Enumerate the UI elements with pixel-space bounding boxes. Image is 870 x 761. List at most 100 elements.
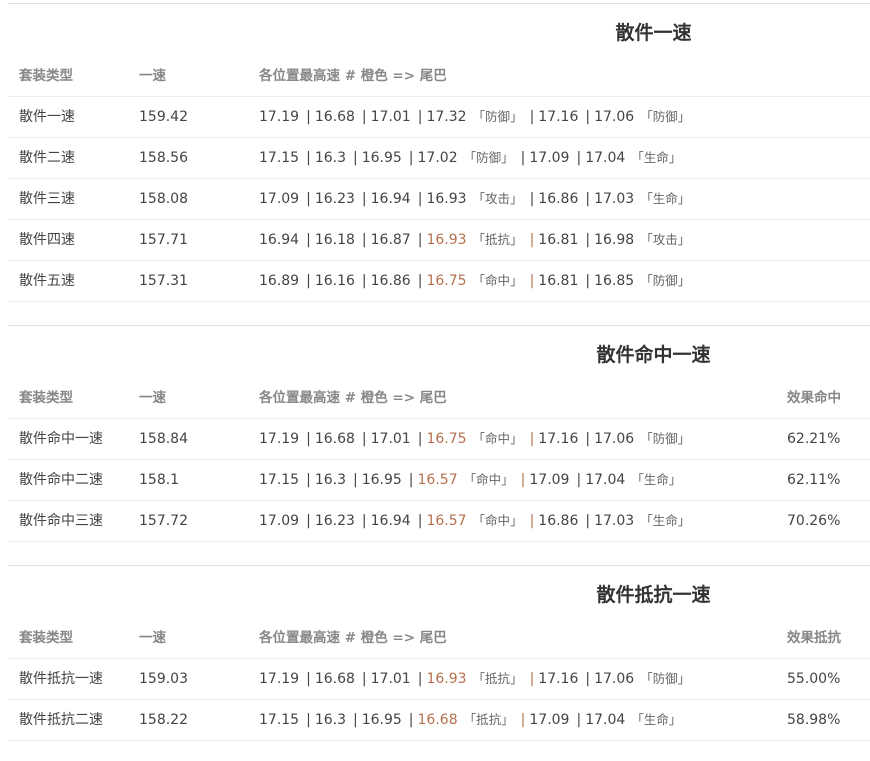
separator: | — [520, 472, 526, 488]
separator: | — [529, 109, 535, 125]
speed-cell: 158.08 — [139, 191, 188, 207]
position-speed-value: 16.16 — [314, 273, 355, 289]
position-speed-value: 16.68 — [417, 712, 458, 728]
position-speed-value: 16.75 — [426, 273, 467, 289]
stat-tag: 命中 — [467, 273, 523, 288]
speed-cell: 158.84 — [139, 431, 188, 447]
stat-tag: 防御 — [634, 273, 690, 288]
position-speed-value: 17.09 — [259, 513, 300, 529]
position-speed-value: 17.09 — [529, 712, 570, 728]
position-speed-value: 17.15 — [259, 150, 300, 166]
separator: | — [585, 109, 591, 125]
separator: | — [520, 150, 526, 166]
speed-cell: 157.31 — [139, 273, 188, 289]
position-speed-value: 17.16 — [538, 109, 579, 125]
stat-tag: 抵抗 — [467, 671, 523, 686]
set-type-cell: 散件三速 — [19, 191, 75, 207]
header-positions: 各位置最高速 # 橙色 => 尾巴 — [259, 390, 447, 406]
separator: | — [585, 513, 591, 529]
set-type-cell: 散件一速 — [19, 109, 75, 125]
stat-tag: 命中 — [458, 472, 514, 487]
position-speed-value: 17.03 — [594, 513, 635, 529]
position-speed-value: 17.16 — [538, 671, 579, 687]
table-row: 散件抵抗一速159.0317.19|16.68|17.01|16.93抵抗|17… — [7, 659, 870, 700]
effect-cell: 58.98% — [787, 712, 841, 728]
set-type-cell: 散件二速 — [19, 150, 75, 166]
position-speeds-cell: 17.09|16.23|16.94|16.93攻击|16.86|17.03生命 — [259, 179, 690, 219]
separator: | — [361, 232, 367, 248]
separator: | — [417, 109, 423, 125]
position-speed-value: 16.86 — [538, 513, 579, 529]
header-positions: 各位置最高速 # 橙色 => 尾巴 — [259, 630, 447, 646]
position-speed-value: 17.09 — [529, 472, 570, 488]
position-speed-value: 17.02 — [417, 150, 458, 166]
stat-tag: 生命 — [625, 712, 681, 727]
position-speed-value: 16.23 — [314, 513, 355, 529]
table-section: 散件命中一速 套装类型 一速 各位置最高速 # 橙色 => 尾巴 效果命中 散件命中一速 1… — [7, 325, 870, 542]
position-speeds-cell: 17.19|16.68|17.01|17.32防御|17.16|17.06防御 — [259, 97, 690, 137]
stat-tag: 攻击 — [634, 232, 690, 247]
speed-cell: 159.42 — [139, 109, 188, 125]
position-speeds-cell: 17.19|16.68|17.01|16.93抵抗|17.16|17.06防御 — [259, 659, 690, 699]
separator: | — [361, 109, 367, 125]
separator: | — [352, 712, 358, 728]
set-type-cell: 散件四速 — [19, 232, 75, 248]
separator: | — [306, 431, 311, 447]
separator: | — [585, 273, 591, 289]
set-type-cell: 散件五速 — [19, 273, 75, 289]
position-speed-value: 16.95 — [361, 712, 402, 728]
separator: | — [576, 472, 582, 488]
section-title: 散件一速 — [615, 22, 692, 44]
speed-cell: 158.1 — [139, 472, 180, 488]
position-speed-value: 16.94 — [370, 513, 411, 529]
position-speed-value: 16.93 — [426, 232, 467, 248]
position-speed-value: 17.04 — [585, 472, 626, 488]
position-speed-value: 16.95 — [361, 150, 402, 166]
position-speed-value: 16.3 — [314, 472, 346, 488]
stat-tag: 防御 — [634, 431, 690, 446]
set-type-cell: 散件命中一速 — [19, 431, 103, 447]
separator: | — [306, 273, 311, 289]
position-speed-value: 16.86 — [370, 273, 411, 289]
table-row: 散件五速157.3116.89|16.16|16.86|16.75命中|16.8… — [7, 261, 870, 302]
stat-tag: 命中 — [467, 513, 523, 528]
position-speed-value: 16.95 — [361, 472, 402, 488]
separator: | — [417, 671, 423, 687]
position-speeds-cell: 16.94|16.18|16.87|16.93抵抗|16.81|16.98攻击 — [259, 220, 690, 260]
table-row: 散件四速157.7116.94|16.18|16.87|16.93抵抗|16.8… — [7, 220, 870, 261]
position-speeds-cell: 17.15|16.3|16.95|16.57命中|17.09|17.04生命 — [259, 460, 681, 500]
table-row: 散件三速158.0817.09|16.23|16.94|16.93攻击|16.8… — [7, 179, 870, 220]
position-speed-value: 17.09 — [529, 150, 570, 166]
position-speed-value: 16.68 — [314, 109, 355, 125]
table-header-row: 套装类型 一速 各位置最高速 # 橙色 => 尾巴 — [7, 55, 870, 97]
set-type-cell: 散件命中二速 — [19, 472, 103, 488]
separator: | — [361, 191, 367, 207]
position-speed-value: 17.03 — [594, 191, 635, 207]
position-speeds-cell: 16.89|16.16|16.86|16.75命中|16.81|16.85防御 — [259, 261, 690, 301]
section-title: 散件抵抗一速 — [596, 584, 711, 606]
position-speed-value: 17.19 — [259, 671, 300, 687]
table-row: 散件抵抗二速158.2217.15|16.3|16.95|16.68抵抗|17.… — [7, 700, 870, 741]
position-speed-value: 17.19 — [259, 109, 300, 125]
table-row: 散件命中三速157.7217.09|16.23|16.94|16.57命中|16… — [7, 501, 870, 542]
section-title: 散件命中一速 — [596, 344, 711, 366]
stat-tag: 防御 — [634, 671, 690, 686]
position-speed-value: 16.93 — [426, 191, 467, 207]
position-speeds-cell: 17.15|16.3|16.95|17.02防御|17.09|17.04生命 — [259, 138, 681, 178]
position-speed-value: 17.09 — [259, 191, 300, 207]
separator: | — [529, 431, 535, 447]
stat-tag: 生命 — [634, 513, 690, 528]
set-type-cell: 散件抵抗一速 — [19, 671, 103, 687]
position-speed-value: 17.04 — [585, 150, 626, 166]
separator: | — [361, 513, 367, 529]
header-speed: 一速 — [139, 630, 166, 646]
separator: | — [529, 671, 535, 687]
position-speed-value: 16.86 — [538, 191, 579, 207]
table-section: 散件抵抗一速 套装类型 一速 各位置最高速 # 橙色 => 尾巴 效果抵抗 散件抵抗一速 1… — [7, 565, 870, 741]
speed-cell: 157.71 — [139, 232, 188, 248]
position-speed-value: 16.23 — [314, 191, 355, 207]
position-speed-value: 17.04 — [585, 712, 626, 728]
position-speed-value: 16.3 — [314, 150, 346, 166]
set-type-cell: 散件命中三速 — [19, 513, 103, 529]
separator: | — [408, 472, 414, 488]
